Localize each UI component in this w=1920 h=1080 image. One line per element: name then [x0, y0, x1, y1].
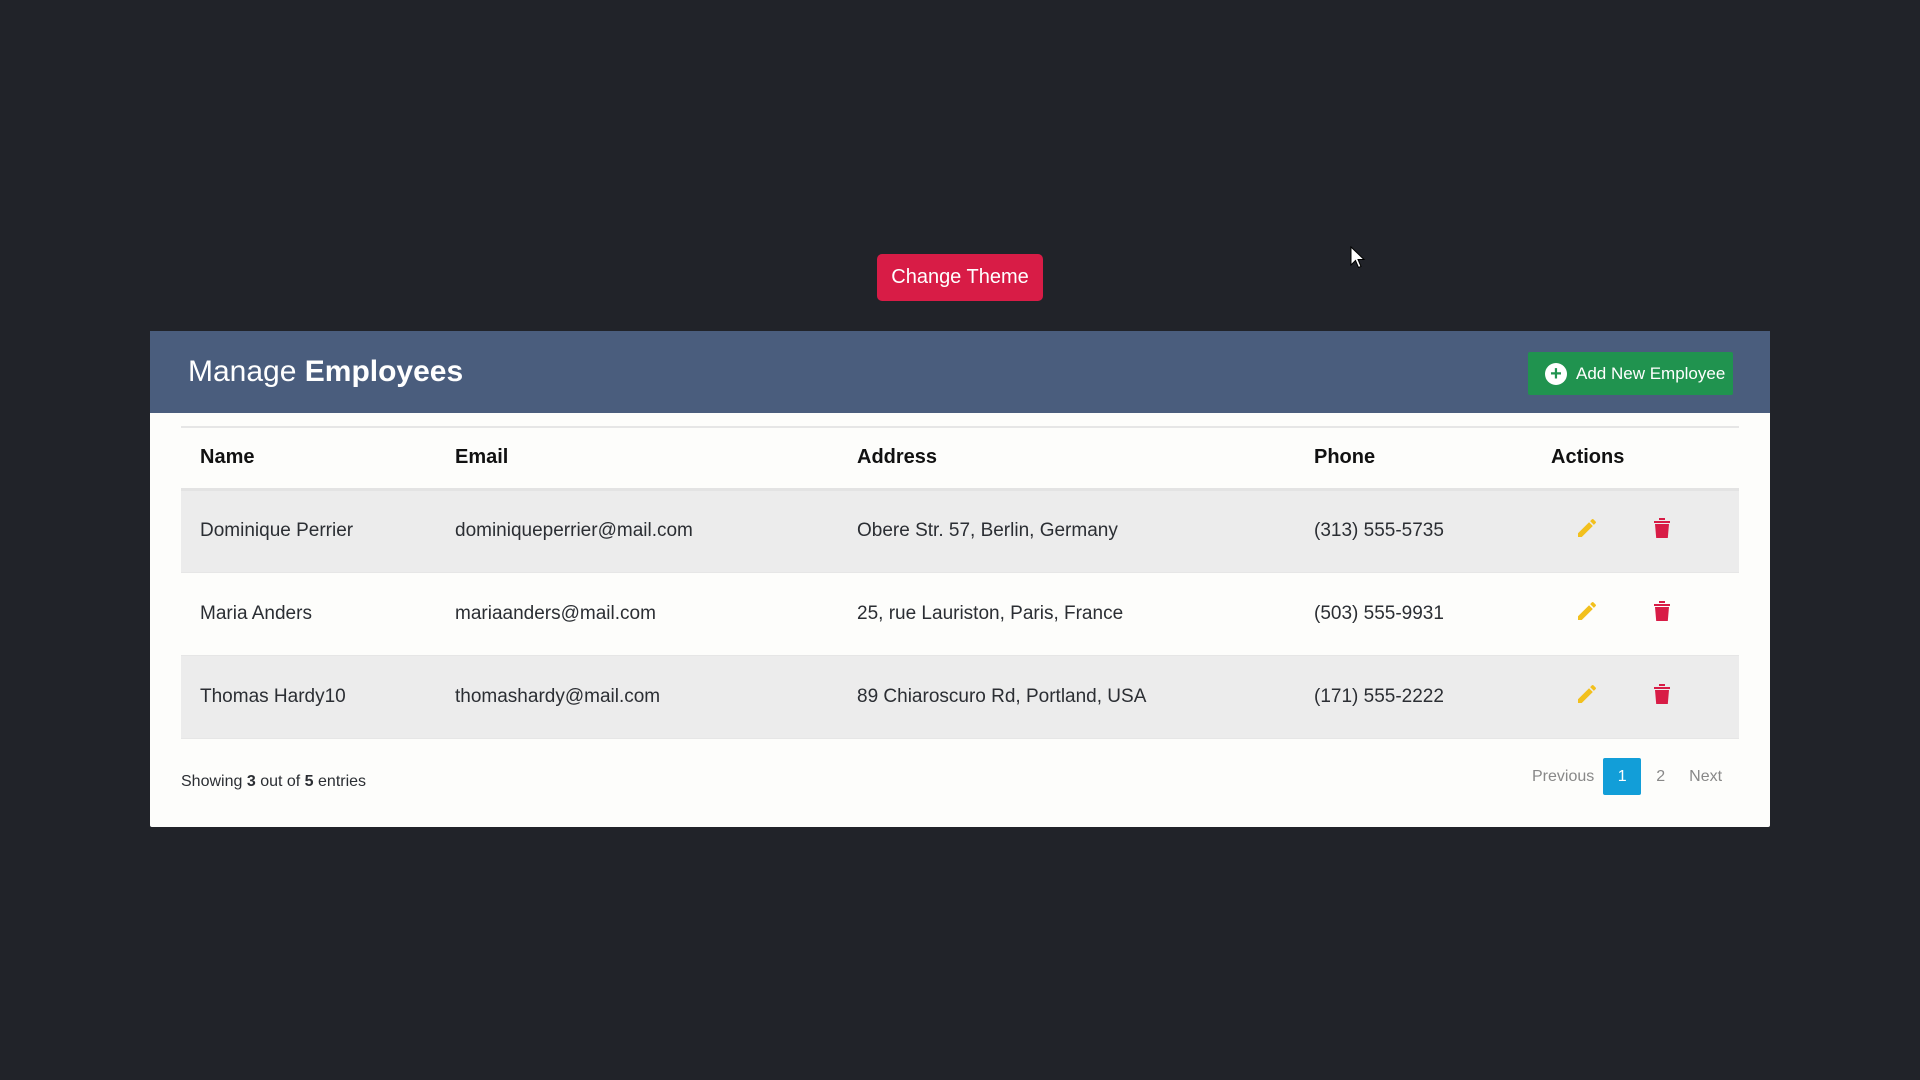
- cell-email: dominiqueperrier@mail.com: [455, 520, 693, 541]
- panel-header: Manage Employees + Add New Employee: [150, 331, 1770, 413]
- table-row: Maria Anders mariaanders@mail.com 25, ru…: [181, 572, 1739, 655]
- cell-email: thomashardy@mail.com: [455, 685, 661, 707]
- column-header-actions: Actions: [1551, 446, 1625, 469]
- cell-address: Obere Str. 57, Berlin, Germany: [857, 520, 1118, 541]
- pagination-next[interactable]: Next: [1689, 768, 1722, 786]
- entries-summary: Showing 3 out of 5 entries: [181, 773, 366, 791]
- cell-name: Maria Anders: [200, 602, 312, 624]
- summary-middle: out of: [260, 773, 301, 790]
- cell-actions: [1551, 489, 1739, 572]
- pencil-icon[interactable]: [1575, 516, 1599, 540]
- employees-panel: Manage Employees + Add New Employee Name…: [150, 331, 1770, 827]
- change-theme-button[interactable]: Change Theme: [877, 254, 1043, 301]
- mouse-cursor-icon: [1350, 246, 1366, 269]
- cell-address: 25, rue Lauriston, Paris, France: [857, 602, 1124, 624]
- pagination: Previous 1 2 Next: [1532, 758, 1722, 795]
- pencil-icon[interactable]: [1575, 599, 1599, 623]
- summary-suffix: entries: [318, 773, 367, 790]
- cell-address: 89 Chiaroscuro Rd, Portland, USA: [857, 685, 1147, 707]
- add-button-label: Add New Employee: [1576, 363, 1726, 383]
- column-header-address: Address: [857, 446, 938, 469]
- cell-phone: (503) 555-9931: [1314, 602, 1444, 624]
- cell-actions: [1551, 655, 1739, 738]
- title-bold: Employees: [304, 355, 464, 388]
- trash-icon[interactable]: [1652, 599, 1672, 623]
- cell-actions: [1551, 572, 1739, 655]
- employees-table-wrapper: Name Email Address Phone Actions Dominiq…: [181, 426, 1739, 739]
- cell-name: Dominique Perrier: [200, 520, 354, 541]
- table-header-row: Name Email Address Phone Actions: [181, 427, 1739, 489]
- pagination-page-2[interactable]: 2: [1656, 768, 1665, 786]
- pagination-previous[interactable]: Previous: [1532, 768, 1594, 786]
- column-header-name: Name: [200, 446, 255, 469]
- cell-phone: (313) 555-5735: [1314, 520, 1444, 541]
- summary-total-count: 5: [304, 773, 314, 790]
- cell-email: mariaanders@mail.com: [455, 602, 656, 624]
- add-new-employee-button[interactable]: + Add New Employee: [1528, 352, 1733, 395]
- column-header-email: Email: [455, 446, 509, 469]
- pagination-page-1[interactable]: 1: [1603, 758, 1642, 795]
- table-row: Thomas Hardy10 thomashardy@mail.com 89 C…: [181, 655, 1739, 738]
- cell-phone: (171) 555-2222: [1314, 685, 1444, 707]
- plus-circle-icon: +: [1545, 362, 1567, 385]
- summary-prefix: Showing: [181, 773, 243, 790]
- trash-icon[interactable]: [1652, 682, 1672, 706]
- table-row: Dominique Perrier dominiqueperrier@mail.…: [181, 489, 1739, 572]
- trash-icon[interactable]: [1652, 516, 1672, 540]
- pencil-icon[interactable]: [1575, 682, 1599, 706]
- column-header-phone: Phone: [1314, 446, 1376, 469]
- title-normal: Manage: [188, 355, 297, 388]
- summary-shown-count: 3: [246, 773, 256, 790]
- employees-table: Name Email Address Phone Actions Dominiq…: [181, 426, 1739, 739]
- page-title: Manage Employees: [188, 355, 463, 389]
- cell-name: Thomas Hardy10: [200, 685, 346, 707]
